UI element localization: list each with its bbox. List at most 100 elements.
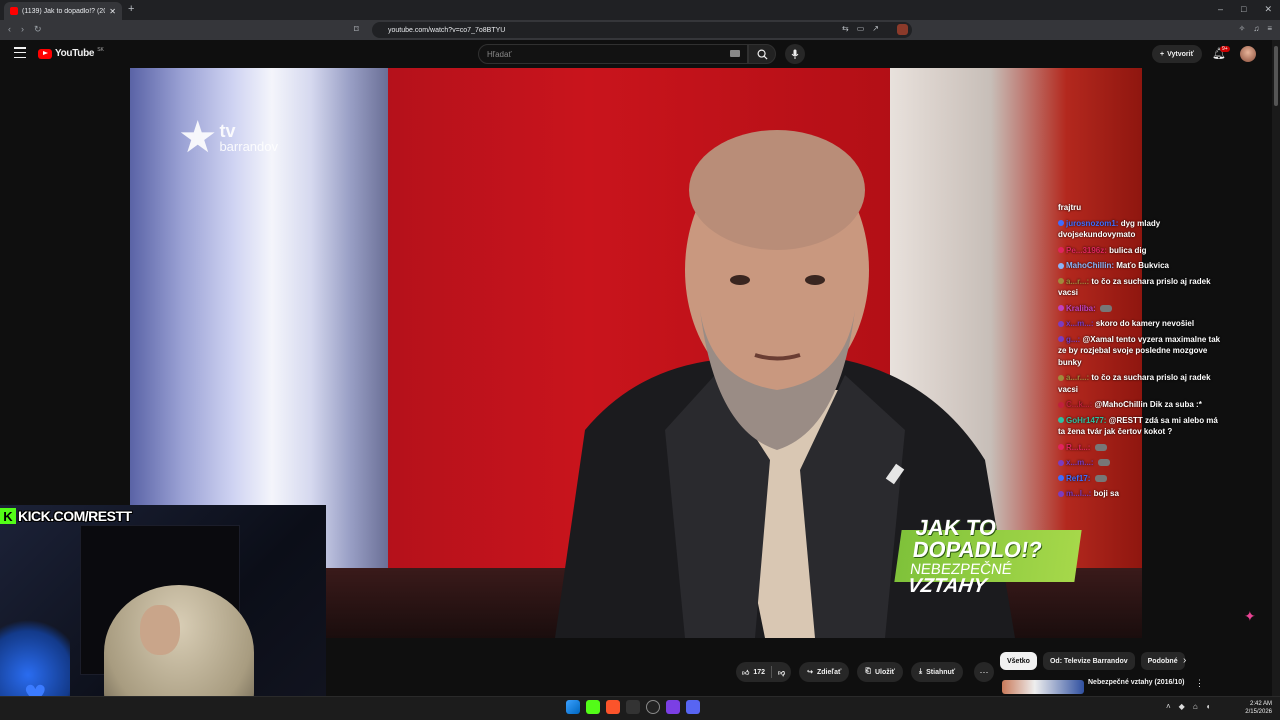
keyboard-icon[interactable]	[730, 50, 740, 57]
chat-username: R...t...:	[1066, 442, 1091, 452]
related-title[interactable]: Nebezpečné vztahy (2016/10)	[1088, 679, 1185, 686]
tab-close-icon[interactable]: ✕	[109, 7, 116, 16]
create-button[interactable]: + Vytvoriť	[1152, 45, 1202, 63]
chat-message: Kraliba:	[1058, 303, 1226, 315]
chat-badge-icon	[1058, 444, 1064, 451]
kick-banner: K KICK.COM/RESTT	[0, 507, 132, 525]
brave-shields-icon[interactable]	[897, 24, 908, 35]
more-options-icon[interactable]: ⋮	[1195, 678, 1204, 689]
plus-icon: +	[1160, 50, 1165, 58]
new-tab-button[interactable]: +	[128, 3, 134, 15]
related-filter-chips: Všetko Od: Televize Barrandov Podobné	[1000, 652, 1185, 670]
chat-text: @MahoChillin Dik za suba :*	[1094, 400, 1202, 409]
share-button[interactable]: ↪ Zdieľať	[799, 662, 850, 682]
clock-time: 2:42 AM	[1249, 701, 1272, 707]
tray-app-icon[interactable]: ◆	[1179, 702, 1185, 711]
kick-app-icon[interactable]	[586, 700, 600, 714]
chat-username: x...m...:	[1066, 458, 1094, 467]
chat-badge-icon	[1058, 262, 1064, 269]
chat-username: MahoChillin:	[1066, 261, 1114, 270]
chat-text: @Xamal tento vyzera maximalne tak ze by …	[1058, 334, 1221, 367]
share-page-icon[interactable]: ↗	[872, 24, 879, 33]
related-video-item[interactable]: Nebezpečné vztahy (2016/10) ⋮	[1000, 678, 1240, 694]
chat-message: Ref17:	[1058, 473, 1226, 485]
chevron-right-icon[interactable]: ›	[1183, 655, 1186, 666]
chat-message: MahoChillin: Maťo Bukvica	[1058, 260, 1226, 272]
volume-icon[interactable]: ◖	[1206, 702, 1211, 711]
chip-similar[interactable]: Podobné	[1140, 652, 1185, 670]
page-scrollbar[interactable]	[1272, 40, 1280, 696]
chat-badge-icon	[1058, 220, 1064, 227]
chat-username: m...l...:	[1066, 489, 1092, 498]
share-icon: ↪	[807, 669, 813, 676]
chat-badge-icon	[1058, 490, 1064, 497]
bookmark-icon[interactable]: ⌑	[354, 24, 359, 35]
reload-icon[interactable]: ↻	[34, 24, 42, 35]
extensions-icon[interactable]: ✧	[1239, 24, 1246, 33]
chat-username: C...k...:	[1066, 400, 1093, 409]
youtube-logo[interactable]: YouTube SK	[38, 46, 104, 59]
kick-corner-icon: ✦	[1244, 608, 1256, 624]
chat-message: C...k...: @MahoChillin Dik za suba :*	[1058, 399, 1226, 411]
chip-from-channel[interactable]: Od: Televize Barrandov	[1042, 652, 1135, 670]
more-actions-button[interactable]: ⋯	[974, 662, 994, 682]
tray-overflow-icon[interactable]: ˄	[1166, 702, 1171, 711]
chat-username: GoHr1477:	[1066, 415, 1107, 425]
save-button[interactable]: ⎗ Uložiť	[857, 662, 904, 682]
chat-text: Maťo Bukvica	[1116, 261, 1169, 270]
chat-username: a...r...:	[1066, 373, 1090, 382]
translate-icon[interactable]: ⇆	[842, 24, 849, 33]
chat-message: Pe...3196z: bulica dig	[1058, 245, 1226, 257]
maximize-button[interactable]: □	[1241, 4, 1246, 15]
discord-icon[interactable]	[686, 700, 700, 714]
windows-start-icon[interactable]	[566, 700, 580, 714]
chat-username: a...r...:	[1066, 276, 1090, 286]
minimize-button[interactable]: –	[1218, 4, 1223, 15]
browser-tab[interactable]: (1139) Jak to dopadlo!? (2016 ✕	[4, 2, 122, 20]
youtube-play-icon	[38, 48, 52, 59]
browser-menu-icon[interactable]: ≡	[1267, 24, 1272, 33]
search-input[interactable]: Hľadať	[478, 44, 748, 64]
chat-badge-icon	[1058, 278, 1064, 285]
related-thumbnail[interactable]	[1002, 680, 1084, 694]
media-icon[interactable]: ♫	[1253, 24, 1259, 33]
cast-icon[interactable]: ▭	[857, 24, 865, 33]
chat-badge-icon	[1058, 459, 1064, 466]
chat-badge-icon	[1058, 305, 1064, 312]
close-window-button[interactable]: ✕	[1264, 4, 1272, 15]
download-button[interactable]: ⤓ Stiahnuť	[911, 662, 964, 682]
search-icon	[757, 49, 768, 60]
search-button[interactable]	[748, 44, 776, 64]
back-icon[interactable]: ‹	[8, 24, 11, 35]
like-button[interactable]: 👍︎ 172 👎︎	[736, 662, 792, 682]
chip-all[interactable]: Všetko	[1000, 652, 1037, 670]
omnibox-actions: ⇆ ▭ ↗	[842, 24, 879, 33]
like-count: 172	[753, 668, 766, 676]
region-code: SK	[97, 46, 104, 53]
voice-search-button[interactable]	[785, 44, 805, 64]
save-label: Uložiť	[874, 668, 896, 676]
nav-buttons: ‹ › ↻	[8, 24, 42, 35]
chat-text: frajtru	[1058, 203, 1082, 212]
app-purple-icon[interactable]	[666, 700, 680, 714]
network-icon[interactable]: ⌂	[1193, 702, 1198, 711]
forward-icon[interactable]: ›	[21, 24, 24, 35]
browser-tab-bar	[0, 0, 1280, 20]
stream-chat-overlay: frajtru jurosnozom1: dyg mlady dvojsekund…	[1058, 202, 1226, 504]
chat-message: x...m...:	[1058, 457, 1226, 469]
chat-text: boji sa	[1093, 489, 1119, 498]
hamburger-menu-icon[interactable]	[14, 47, 26, 58]
obs-icon[interactable]	[646, 700, 660, 714]
xbox-icon[interactable]	[626, 700, 640, 714]
notification-count-badge: 9+	[1220, 46, 1230, 52]
streamer-webcam: ♥	[0, 505, 326, 720]
avatar[interactable]	[1240, 46, 1256, 62]
youtube-favicon-icon	[10, 7, 18, 15]
brave-browser-icon[interactable]	[606, 700, 620, 714]
chat-badge-icon	[1058, 401, 1064, 408]
url-field[interactable]: youtube.com/watch?v=co7_7o8BTYU	[372, 22, 912, 38]
thumbs-down-icon[interactable]: 👎︎	[778, 668, 785, 677]
taskbar-clock[interactable]: 2:42 AM 2/15/2026	[1236, 700, 1272, 716]
youtube-wordmark: YouTube	[55, 48, 95, 59]
chat-message: R...t...:	[1058, 442, 1226, 454]
